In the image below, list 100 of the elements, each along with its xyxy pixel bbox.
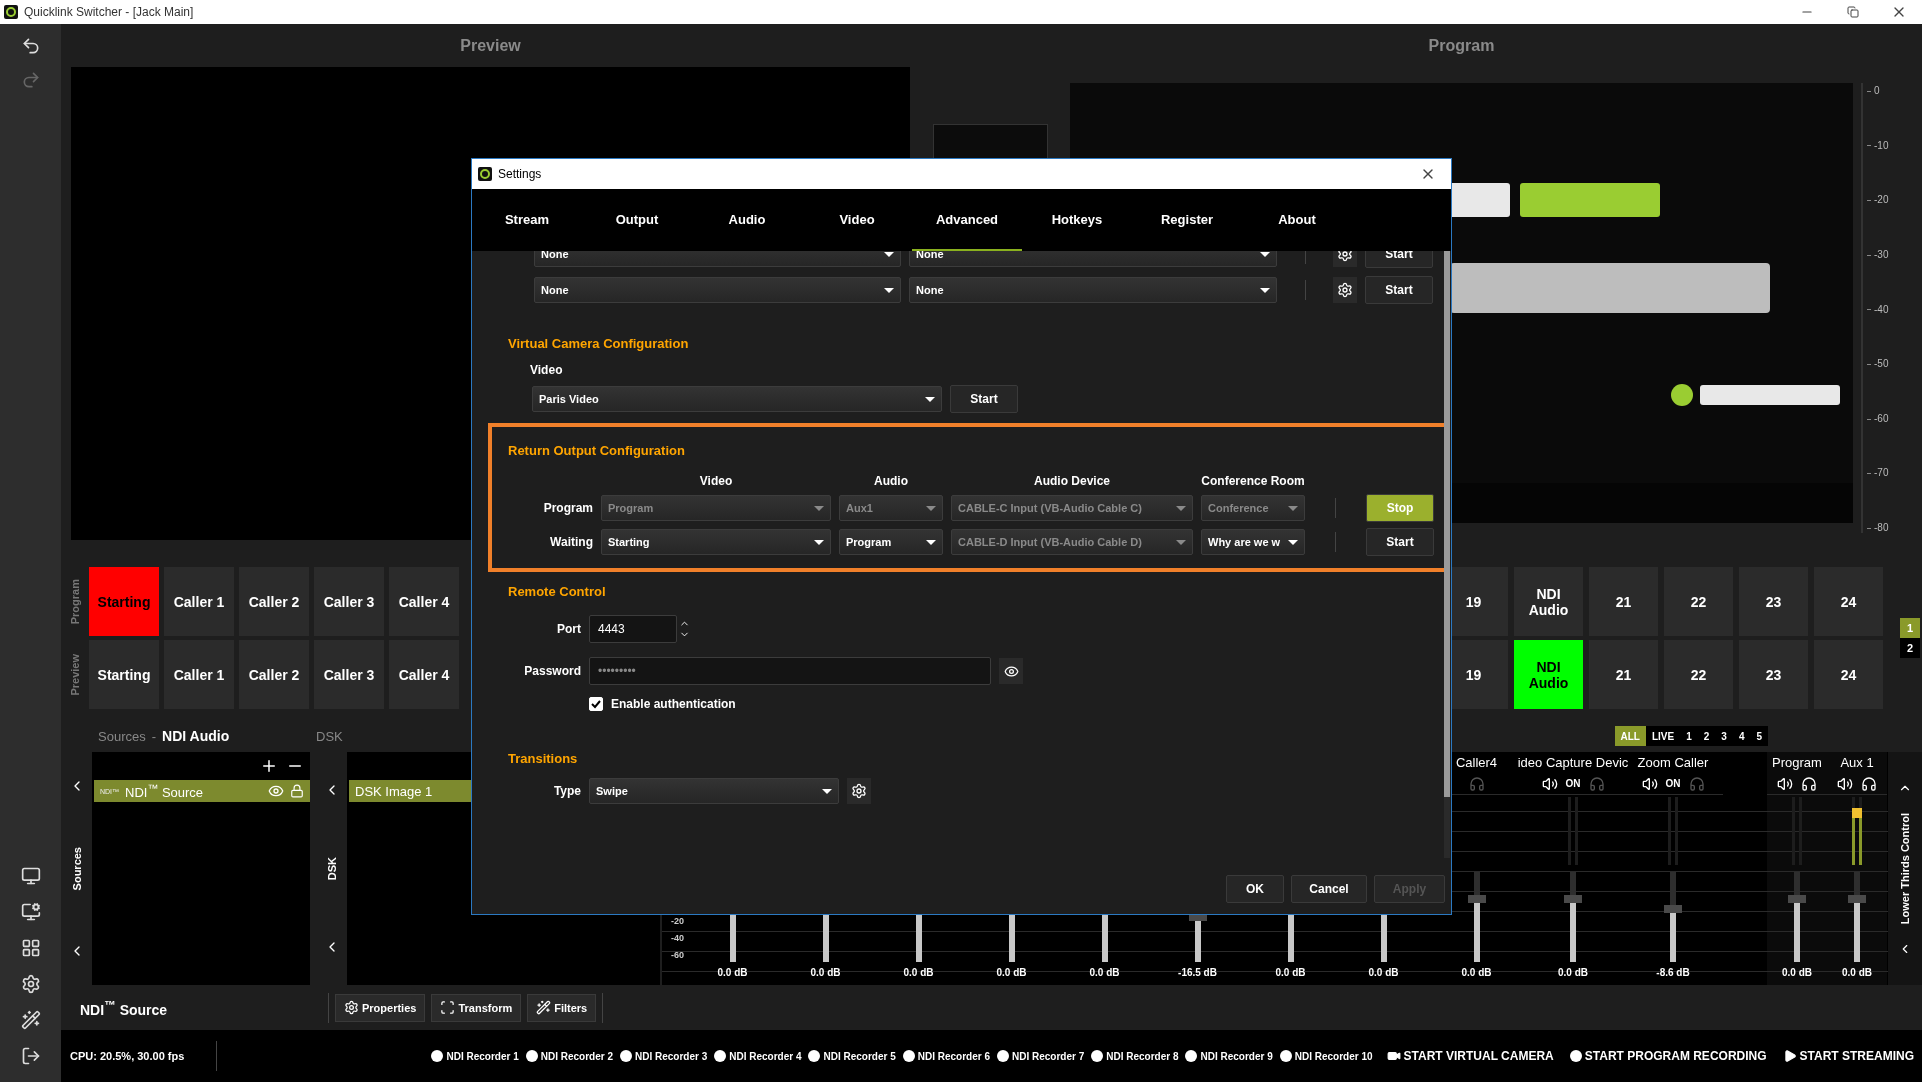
dropdown[interactable]: Starting bbox=[601, 529, 831, 555]
settings-tab[interactable]: Hotkeys bbox=[1022, 189, 1132, 251]
recorder-button[interactable]: NDI Recorder 6 bbox=[902, 1050, 990, 1062]
toolbar-button[interactable]: Properties bbox=[335, 993, 426, 1022]
monitor-icon[interactable] bbox=[20, 866, 41, 886]
checkbox[interactable] bbox=[589, 697, 603, 711]
scene-button[interactable]: Caller 4 bbox=[389, 640, 459, 709]
scene-button[interactable]: Caller 2 bbox=[239, 640, 309, 709]
speaker-icon[interactable] bbox=[1641, 775, 1658, 792]
recorder-button[interactable]: NDI Recorder 7 bbox=[997, 1050, 1085, 1062]
settings-tab[interactable]: Video bbox=[802, 189, 912, 251]
action-button[interactable]: START PROGRAM RECORDING bbox=[1569, 1049, 1767, 1063]
speaker-icon[interactable] bbox=[1777, 775, 1793, 792]
scene-button[interactable]: Caller 3 bbox=[314, 640, 384, 709]
scene-button[interactable]: NDI Audio bbox=[1514, 640, 1583, 709]
scene-button[interactable]: Caller 4 bbox=[389, 567, 459, 636]
dialog-button[interactable]: Cancel bbox=[1291, 875, 1367, 903]
page-button[interactable]: 2 bbox=[1900, 638, 1920, 658]
settings-tab[interactable]: Register bbox=[1132, 189, 1242, 251]
scene-button[interactable]: 23 bbox=[1739, 567, 1808, 636]
settings-icon[interactable] bbox=[20, 974, 41, 994]
scene-button[interactable]: 22 bbox=[1664, 640, 1733, 709]
scene-button[interactable]: 24 bbox=[1814, 567, 1883, 636]
action-button[interactable]: START VIRTUAL CAMERA bbox=[1386, 1049, 1554, 1063]
dropdown[interactable]: None bbox=[534, 277, 901, 303]
toolbar-button[interactable]: Transform bbox=[431, 993, 522, 1022]
add-icon[interactable] bbox=[260, 757, 278, 775]
dropdown[interactable]: Why are we w bbox=[1201, 529, 1305, 555]
dialog-button[interactable]: OK bbox=[1226, 875, 1284, 903]
scale-label: -10 bbox=[1863, 139, 1922, 151]
dropdown[interactable]: None bbox=[534, 251, 901, 267]
scene-button[interactable]: 21 bbox=[1589, 567, 1658, 636]
column-header: Audio bbox=[873, 474, 909, 488]
show-password-button[interactable] bbox=[999, 658, 1023, 684]
scene-button[interactable]: Starting bbox=[89, 567, 159, 636]
settings-tab[interactable]: Audio bbox=[692, 189, 802, 251]
scene-button[interactable]: Caller 3 bbox=[314, 567, 384, 636]
dropdown[interactable]: Swipe bbox=[589, 778, 839, 804]
dropdown[interactable]: Program bbox=[839, 529, 943, 555]
column-header: Conference Room bbox=[1201, 474, 1305, 488]
db-reading: 0.0 dB bbox=[903, 967, 934, 980]
action-button[interactable]: START STREAMING bbox=[1782, 1049, 1914, 1063]
recorder-button[interactable]: NDI Recorder 1 bbox=[431, 1050, 519, 1062]
filter-tab[interactable]: 3 bbox=[1715, 726, 1733, 746]
filter-tab[interactable]: LIVE bbox=[1645, 726, 1681, 746]
start-button[interactable]: Start bbox=[1365, 276, 1433, 304]
scene-button[interactable]: 21 bbox=[1589, 640, 1658, 709]
scene-button[interactable]: 24 bbox=[1814, 640, 1883, 709]
section-heading: Return Output Configuration bbox=[508, 443, 686, 458]
recorder-button[interactable]: NDI Recorder 5 bbox=[808, 1050, 896, 1062]
lock-icon[interactable] bbox=[290, 784, 304, 798]
settings-button[interactable] bbox=[847, 778, 871, 804]
recorder-button[interactable]: NDI Recorder 9 bbox=[1185, 1050, 1273, 1062]
recorder-button[interactable]: NDI Recorder 8 bbox=[1091, 1050, 1179, 1062]
scale-label: -20 bbox=[1863, 194, 1922, 206]
port-field[interactable]: 4443 bbox=[589, 615, 677, 643]
speaker-icon[interactable] bbox=[1541, 775, 1558, 792]
dropdown[interactable]: None bbox=[909, 251, 1277, 267]
password-field[interactable]: ••••••••• bbox=[589, 657, 991, 685]
dropdown[interactable]: Paris Video bbox=[532, 386, 942, 412]
filter-tab[interactable]: 4 bbox=[1732, 726, 1751, 746]
start-button[interactable]: Start bbox=[1366, 528, 1434, 556]
dropdown[interactable]: None bbox=[909, 277, 1277, 303]
tab-label[interactable]: DSK bbox=[325, 856, 338, 881]
transform-icon bbox=[440, 1000, 456, 1015]
app-icon bbox=[478, 167, 492, 181]
scene-button[interactable]: Caller 1 bbox=[164, 640, 234, 709]
filter-tab[interactable]: 2 bbox=[1697, 726, 1716, 746]
start-button[interactable]: Start bbox=[950, 385, 1018, 413]
eye-icon bbox=[1003, 663, 1019, 679]
filter-tab[interactable]: 5 bbox=[1750, 726, 1768, 746]
toolbar-button[interactable]: Filters bbox=[527, 993, 597, 1022]
monitor-gear-icon[interactable] bbox=[20, 902, 41, 922]
scene-button[interactable]: Caller 2 bbox=[239, 567, 309, 636]
exit-icon[interactable] bbox=[20, 1046, 41, 1066]
field-label: Port bbox=[556, 622, 581, 636]
current-scene: NDI Audio bbox=[162, 728, 230, 744]
filter-tab[interactable]: 1 bbox=[1680, 726, 1698, 746]
scene-button[interactable]: 22 bbox=[1664, 567, 1733, 636]
tab-label[interactable]: Sources bbox=[70, 846, 83, 891]
scrollbar[interactable] bbox=[1444, 251, 1450, 858]
grid-icon[interactable] bbox=[20, 938, 41, 958]
scene-button[interactable]: 23 bbox=[1739, 640, 1808, 709]
recorder-button[interactable]: NDI Recorder 2 bbox=[525, 1050, 613, 1062]
speaker-icon[interactable] bbox=[1837, 775, 1853, 792]
settings-tab[interactable]: Output bbox=[582, 189, 692, 251]
scene-button[interactable]: Caller 1 bbox=[164, 567, 234, 636]
settings-tab[interactable]: Stream bbox=[472, 189, 582, 251]
panel-label[interactable]: Lower Thirds Control bbox=[1899, 812, 1911, 925]
wand-icon[interactable] bbox=[20, 1010, 41, 1030]
scene-button[interactable]: NDI Audio bbox=[1514, 567, 1583, 636]
settings-button[interactable] bbox=[1333, 277, 1357, 303]
settings-tab[interactable]: About bbox=[1242, 189, 1352, 251]
recorder-button[interactable]: NDI Recorder 3 bbox=[620, 1050, 708, 1062]
undo-icon[interactable] bbox=[20, 36, 41, 56]
visibility-icon[interactable] bbox=[268, 783, 284, 799]
recorder-button[interactable]: NDI Recorder 4 bbox=[714, 1050, 802, 1062]
recorder-button[interactable]: NDI Recorder 10 bbox=[1279, 1050, 1373, 1062]
status-label: ON bbox=[1565, 778, 1581, 789]
scene-button[interactable]: Starting bbox=[89, 640, 159, 709]
